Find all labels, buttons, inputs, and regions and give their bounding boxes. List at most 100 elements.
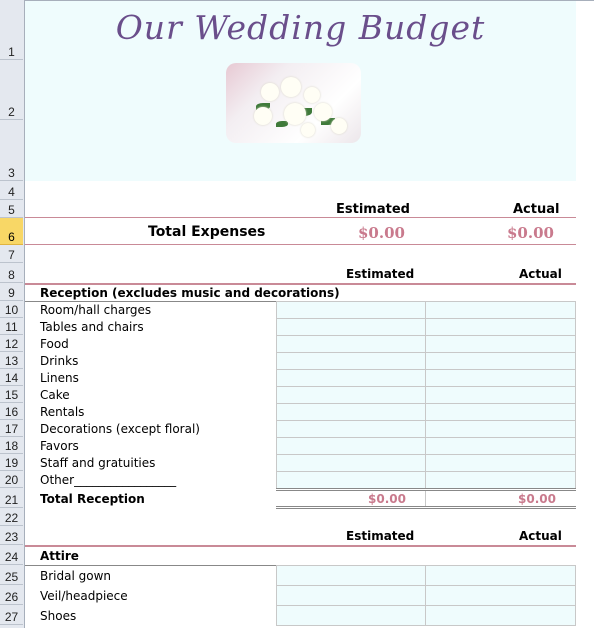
reception-rule xyxy=(25,283,576,285)
row-header-26[interactable]: 26 xyxy=(0,585,23,605)
reception-actual-input[interactable] xyxy=(425,471,576,489)
row-number: 22 xyxy=(4,511,19,525)
row-header-16[interactable]: 16 xyxy=(0,403,23,420)
attire-estimated-input[interactable] xyxy=(276,565,426,586)
row-header-20[interactable]: 20 xyxy=(0,471,23,488)
row-number: 9 xyxy=(8,286,15,300)
reception-item-label: Staff and gratuities xyxy=(40,456,156,470)
row-header-8[interactable]: 8 xyxy=(0,263,23,283)
reception-estimated-input[interactable] xyxy=(276,471,426,489)
total-reception-estimated[interactable]: $0.00 xyxy=(276,492,406,506)
row-number: 11 xyxy=(5,320,18,334)
row-number: 1 xyxy=(8,45,15,59)
reception-actual-input[interactable] xyxy=(425,352,576,370)
reception-item-label: Decorations (except floral) xyxy=(40,422,200,436)
flower-shape xyxy=(254,107,272,125)
row-header-10[interactable]: 10 xyxy=(0,301,23,318)
row-number: 8 xyxy=(8,268,15,282)
attire-estimated-input[interactable] xyxy=(276,585,426,606)
summary-estimated-header: Estimated xyxy=(336,202,410,217)
row-header-27[interactable]: 27 xyxy=(0,605,23,625)
row-header-11[interactable]: 11 xyxy=(0,318,23,335)
attire-item-label: Shoes xyxy=(40,609,77,623)
reception-item-label: Room/hall charges xyxy=(40,303,152,317)
row-header-13[interactable]: 13 xyxy=(0,352,23,369)
row-header-17[interactable]: 17 xyxy=(0,420,23,437)
reception-actual-input[interactable] xyxy=(425,335,576,353)
reception-item-label: Tables and chairs xyxy=(40,320,144,334)
reception-estimated-input[interactable] xyxy=(276,318,426,336)
wedding-bouquet-photo[interactable] xyxy=(226,63,361,143)
attire-item-label: Veil/headpiece xyxy=(40,589,128,603)
reception-estimated-header: Estimated xyxy=(346,267,415,281)
reception-actual-input[interactable] xyxy=(425,386,576,404)
reception-item-label: Food xyxy=(40,337,69,351)
row-header-22[interactable]: 22 xyxy=(0,508,23,526)
reception-actual-input[interactable] xyxy=(425,318,576,336)
reception-estimated-input[interactable] xyxy=(276,369,426,387)
reception-estimated-input[interactable] xyxy=(276,386,426,404)
sheet-title: Our Wedding Budget xyxy=(115,8,486,47)
total-expenses-estimated[interactable]: $0.00 xyxy=(358,224,405,242)
row-number: 10 xyxy=(4,303,19,317)
row-header-18[interactable]: 18 xyxy=(0,437,23,454)
total-expenses-actual[interactable]: $0.00 xyxy=(507,224,554,242)
flower-shape xyxy=(301,123,315,137)
summary-top-rule xyxy=(25,217,576,218)
reception-item-label: Cake xyxy=(40,388,70,402)
total-reception-label: Total Reception xyxy=(40,492,145,506)
row-header-4[interactable]: 4 xyxy=(0,181,23,200)
reception-actual-input[interactable] xyxy=(425,301,576,319)
reception-estimated-input[interactable] xyxy=(276,301,426,319)
row-header-14[interactable]: 14 xyxy=(0,369,23,386)
row-header-25[interactable]: 25 xyxy=(0,565,23,585)
attire-actual-input[interactable] xyxy=(425,565,576,586)
reception-estimated-input[interactable] xyxy=(276,420,426,438)
row-number: 21 xyxy=(4,493,19,507)
row-number: 26 xyxy=(4,590,19,604)
attire-actual-input[interactable] xyxy=(425,605,576,626)
reception-estimated-input[interactable] xyxy=(276,335,426,353)
row-header-19[interactable]: 19 xyxy=(0,454,23,471)
row-header-2[interactable]: 2 xyxy=(0,60,23,120)
reception-item-label: Other_________________ xyxy=(40,473,177,487)
row-header-1[interactable]: 1 xyxy=(0,1,23,60)
row-header-12[interactable]: 12 xyxy=(0,335,23,352)
row-number: 17 xyxy=(4,422,19,436)
summary-actual-header: Actual xyxy=(513,202,560,217)
flower-shape xyxy=(284,103,306,125)
row-number: 20 xyxy=(4,473,19,487)
row-number: 19 xyxy=(4,456,19,470)
reception-actual-header: Actual xyxy=(519,267,562,281)
row-number: 15 xyxy=(4,388,19,402)
row-header-23[interactable]: 23 xyxy=(0,526,23,545)
reception-actual-input[interactable] xyxy=(425,437,576,455)
row-header-9[interactable]: 9 xyxy=(0,283,23,301)
attire-item-label: Bridal gown xyxy=(40,569,111,583)
attire-estimated-header: Estimated xyxy=(346,529,415,543)
total-reception-actual[interactable]: $0.00 xyxy=(426,492,556,506)
flower-shape xyxy=(331,118,347,134)
reception-section-title: Reception (excludes music and decoration… xyxy=(40,286,340,300)
reception-estimated-input[interactable] xyxy=(276,352,426,370)
row-number: 23 xyxy=(4,530,19,544)
attire-estimated-input[interactable] xyxy=(276,605,426,626)
row-header-5[interactable]: 5 xyxy=(0,200,23,218)
row-header-24[interactable]: 24 xyxy=(0,545,23,565)
reception-estimated-input[interactable] xyxy=(276,437,426,455)
reception-actual-input[interactable] xyxy=(425,403,576,421)
row-header-7[interactable]: 7 xyxy=(0,245,23,263)
row-header-3[interactable]: 3 xyxy=(0,120,23,181)
reception-estimated-input[interactable] xyxy=(276,454,426,472)
reception-actual-input[interactable] xyxy=(425,420,576,438)
reception-actual-input[interactable] xyxy=(425,454,576,472)
row-header-15[interactable]: 15 xyxy=(0,386,23,403)
summary-bottom-rule xyxy=(25,244,576,245)
reception-estimated-input[interactable] xyxy=(276,403,426,421)
flower-shape xyxy=(314,103,332,121)
row-header-21[interactable]: 21 xyxy=(0,488,23,508)
row-header-6[interactable]: 6 xyxy=(0,218,23,245)
reception-actual-input[interactable] xyxy=(425,369,576,387)
attire-actual-input[interactable] xyxy=(425,585,576,606)
total-expenses-label: Total Expenses xyxy=(148,224,266,240)
